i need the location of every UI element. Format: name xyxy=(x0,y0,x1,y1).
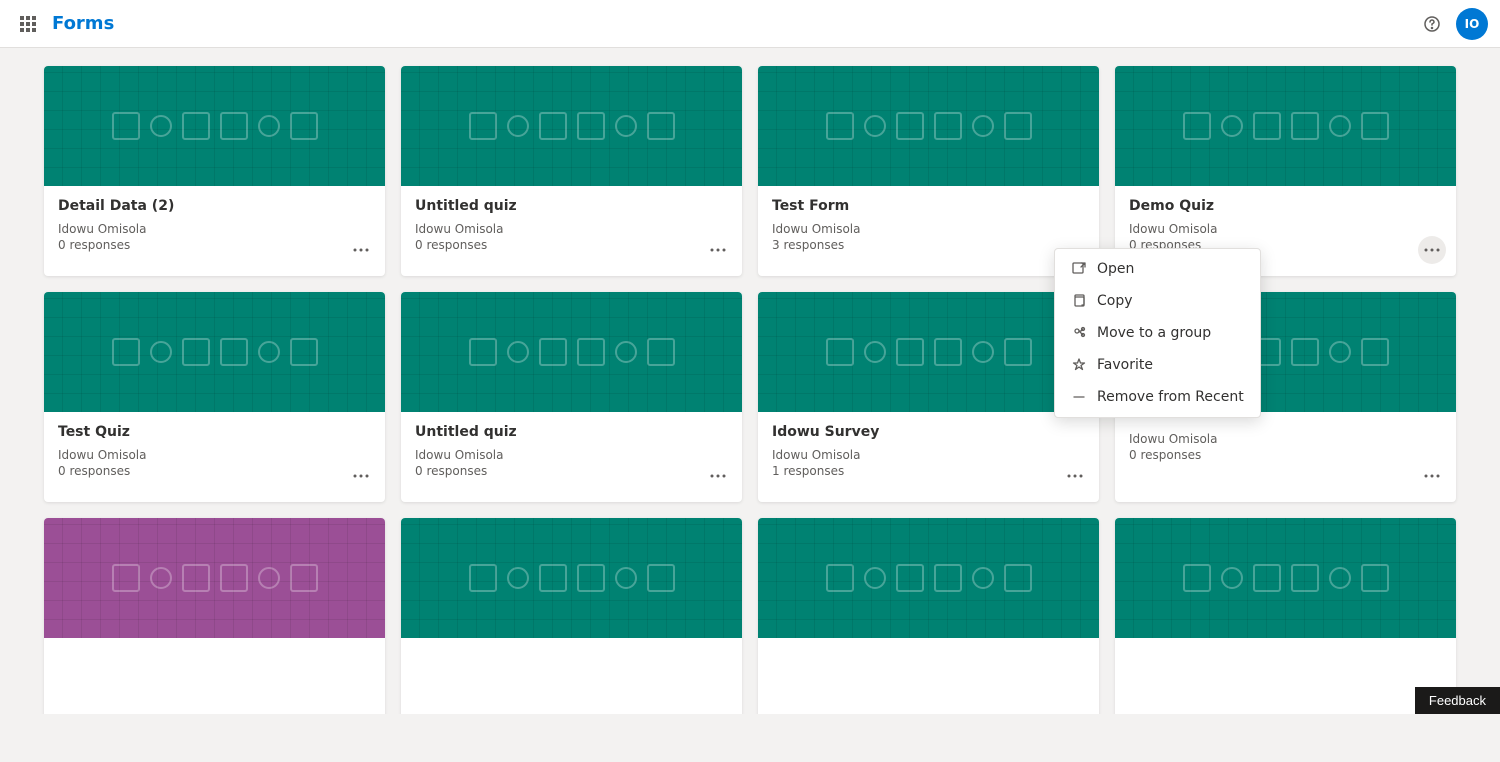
card-responses: 1 responses xyxy=(772,464,1085,478)
thumbnail-decoration xyxy=(1115,66,1456,186)
card-title: Test Quiz xyxy=(58,424,371,440)
help-button[interactable] xyxy=(1416,8,1448,40)
card-author: Idowu Omisola xyxy=(772,448,1085,462)
form-card[interactable]: Test Form Idowu Omisola 3 responses xyxy=(758,66,1099,276)
app-launcher-icon[interactable] xyxy=(12,8,44,40)
user-avatar[interactable]: IO xyxy=(1456,8,1488,40)
form-card[interactable]: Untitled quiz Idowu Omisola 0 responses xyxy=(401,292,742,502)
card-more-button[interactable] xyxy=(347,462,375,490)
form-card[interactable] xyxy=(401,518,742,714)
form-card[interactable]: Untitled quiz Idowu Omisola 0 responses xyxy=(401,66,742,276)
card-body: Test Quiz Idowu Omisola 0 responses xyxy=(44,412,385,502)
form-card[interactable]: Idowu Survey Idowu Omisola 1 responses xyxy=(758,292,1099,502)
card-author: Idowu Omisola xyxy=(1129,222,1442,236)
card-body xyxy=(401,638,742,714)
card-thumbnail xyxy=(44,66,385,186)
card-body xyxy=(1115,638,1456,714)
card-author: Idowu Omisola xyxy=(58,222,371,236)
card-more-button[interactable] xyxy=(704,462,732,490)
card-title: Untitled quiz xyxy=(415,198,728,214)
menu-item-remove-recent[interactable]: Remove from Recent xyxy=(1055,381,1260,413)
card-author: Idowu Omisola xyxy=(415,448,728,462)
menu-item-label: Open xyxy=(1097,261,1134,277)
card-body: Idowu Omisola 0 responses xyxy=(1115,412,1456,502)
form-card[interactable] xyxy=(758,518,1099,714)
form-card[interactable]: Demo Quiz Idowu Omisola 0 responses xyxy=(1115,66,1456,276)
card-thumbnail xyxy=(44,292,385,412)
thumbnail-decoration xyxy=(401,292,742,412)
card-thumbnail xyxy=(758,292,1099,412)
menu-item-open[interactable]: Open xyxy=(1055,253,1260,285)
card-title: Test Form xyxy=(772,198,1085,214)
card-body xyxy=(758,638,1099,714)
card-body: Untitled quiz Idowu Omisola 0 responses xyxy=(401,186,742,276)
card-more-button[interactable] xyxy=(704,236,732,264)
menu-item-favorite[interactable]: Favorite xyxy=(1055,349,1260,381)
thumbnail-decoration xyxy=(401,66,742,186)
card-body: Test Form Idowu Omisola 3 responses xyxy=(758,186,1099,276)
star-icon xyxy=(1071,357,1087,373)
main-content: Detail Data (2) Idowu Omisola 0 response… xyxy=(0,48,1500,714)
card-body: Idowu Survey Idowu Omisola 1 responses xyxy=(758,412,1099,502)
thumbnail-decoration xyxy=(758,518,1099,638)
menu-item-label: Remove from Recent xyxy=(1097,389,1244,405)
card-title: Idowu Survey xyxy=(772,424,1085,440)
thumbnail-decoration xyxy=(758,292,1099,412)
app-title: Forms xyxy=(52,13,114,34)
card-responses: 0 responses xyxy=(58,464,371,478)
card-body: Detail Data (2) Idowu Omisola 0 response… xyxy=(44,186,385,276)
card-thumbnail xyxy=(758,518,1099,638)
thumbnail-decoration xyxy=(1115,518,1456,638)
thumbnail-decoration xyxy=(401,518,742,638)
app-header: Forms IO xyxy=(0,0,1500,48)
card-thumbnail xyxy=(401,292,742,412)
card-author: Idowu Omisola xyxy=(415,222,728,236)
form-card[interactable]: Test Quiz Idowu Omisola 0 responses xyxy=(44,292,385,502)
card-more-button[interactable] xyxy=(347,236,375,264)
card-responses: 0 responses xyxy=(1129,448,1442,462)
copy-icon xyxy=(1071,293,1087,309)
forms-grid: Detail Data (2) Idowu Omisola 0 response… xyxy=(0,48,1500,714)
card-thumbnail xyxy=(758,66,1099,186)
feedback-button[interactable]: Feedback xyxy=(1415,687,1500,714)
card-thumbnail xyxy=(401,66,742,186)
menu-item-label: Copy xyxy=(1097,293,1133,309)
menu-item-label: Move to a group xyxy=(1097,325,1211,341)
card-author: Idowu Omisola xyxy=(1129,432,1442,446)
card-more-button[interactable] xyxy=(1418,462,1446,490)
card-thumbnail xyxy=(44,518,385,638)
card-thumbnail xyxy=(1115,518,1456,638)
remove-icon xyxy=(1071,389,1087,405)
card-title: Untitled quiz xyxy=(415,424,728,440)
card-title: Detail Data (2) xyxy=(58,198,371,214)
form-card[interactable] xyxy=(44,518,385,714)
card-body xyxy=(44,638,385,714)
card-more-button[interactable] xyxy=(1418,236,1446,264)
move-icon xyxy=(1071,325,1087,341)
form-card[interactable] xyxy=(1115,518,1456,714)
thumbnail-decoration xyxy=(44,518,385,638)
card-title: Demo Quiz xyxy=(1129,198,1442,214)
card-thumbnail xyxy=(1115,66,1456,186)
card-responses: 0 responses xyxy=(58,238,371,252)
form-card[interactable]: Detail Data (2) Idowu Omisola 0 response… xyxy=(44,66,385,276)
header-actions: IO xyxy=(1416,8,1488,40)
menu-item-label: Favorite xyxy=(1097,357,1153,373)
thumbnail-decoration xyxy=(44,66,385,186)
menu-item-move-to-group[interactable]: Move to a group xyxy=(1055,317,1260,349)
open-icon xyxy=(1071,261,1087,277)
menu-item-copy[interactable]: Copy xyxy=(1055,285,1260,317)
card-more-button[interactable] xyxy=(1061,462,1089,490)
card-author: Idowu Omisola xyxy=(772,222,1085,236)
thumbnail-decoration xyxy=(44,292,385,412)
card-responses: 0 responses xyxy=(415,464,728,478)
context-menu: Open Copy Move to a group Favorite Remov… xyxy=(1054,248,1261,418)
card-responses: 0 responses xyxy=(415,238,728,252)
card-responses: 3 responses xyxy=(772,238,1085,252)
thumbnail-decoration xyxy=(758,66,1099,186)
card-body: Untitled quiz Idowu Omisola 0 responses xyxy=(401,412,742,502)
card-author: Idowu Omisola xyxy=(58,448,371,462)
card-thumbnail xyxy=(401,518,742,638)
